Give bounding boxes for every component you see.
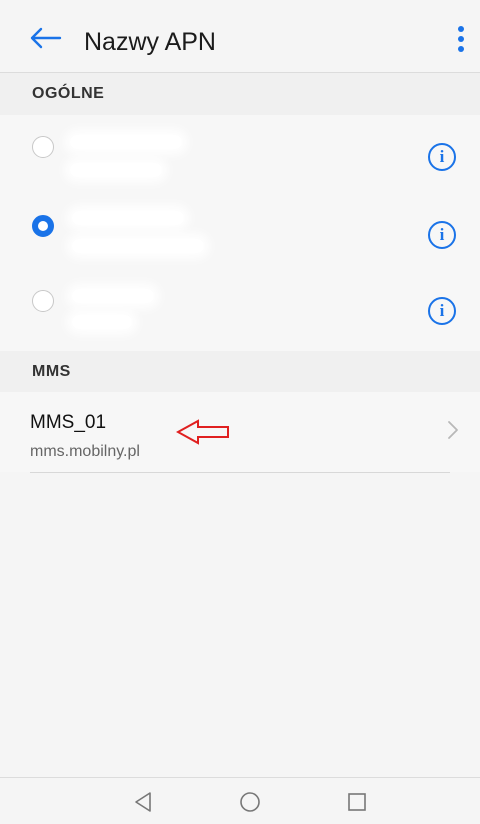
apn-list: i i i <box>0 115 480 351</box>
info-icon[interactable]: i <box>428 143 456 171</box>
nav-back-icon[interactable] <box>131 790 155 814</box>
apn-row[interactable]: i <box>0 273 480 355</box>
divider <box>30 472 450 473</box>
mms-apn-row[interactable]: MMS_01 mms.mobilny.pl <box>0 392 480 472</box>
redacted-apn-value <box>70 163 162 177</box>
radio-button-selected[interactable] <box>32 215 54 237</box>
info-icon[interactable]: i <box>428 297 456 325</box>
redacted-apn-value <box>72 239 204 253</box>
apn-row[interactable]: i <box>0 193 480 275</box>
top-app-bar: Nazwy APN <box>0 0 480 73</box>
chevron-right-icon <box>446 418 460 442</box>
arrow-left-icon[interactable] <box>28 26 62 50</box>
nav-recents-icon[interactable] <box>345 790 369 814</box>
page-title: Nazwy APN <box>84 28 216 56</box>
redacted-apn-name <box>72 289 154 303</box>
section-header-mms: MMS <box>0 351 480 393</box>
nav-home-icon[interactable] <box>238 790 262 814</box>
mms-apn-name: MMS_01 <box>30 412 107 433</box>
section-label-general: OGÓLNE <box>32 85 105 102</box>
redacted-apn-value <box>72 315 132 329</box>
apn-row[interactable]: i <box>0 115 480 197</box>
red-arrow-left-icon <box>175 419 232 445</box>
system-nav-bar <box>0 777 480 824</box>
info-icon[interactable]: i <box>428 221 456 249</box>
radio-button[interactable] <box>32 290 54 312</box>
radio-button[interactable] <box>32 136 54 158</box>
mms-apn-value: mms.mobilny.pl <box>30 443 140 460</box>
section-label-mms: MMS <box>32 363 71 380</box>
section-header-general: OGÓLNE <box>0 73 480 115</box>
more-vert-icon[interactable] <box>454 26 468 54</box>
redacted-apn-name <box>70 135 182 149</box>
redacted-apn-name <box>72 211 184 225</box>
